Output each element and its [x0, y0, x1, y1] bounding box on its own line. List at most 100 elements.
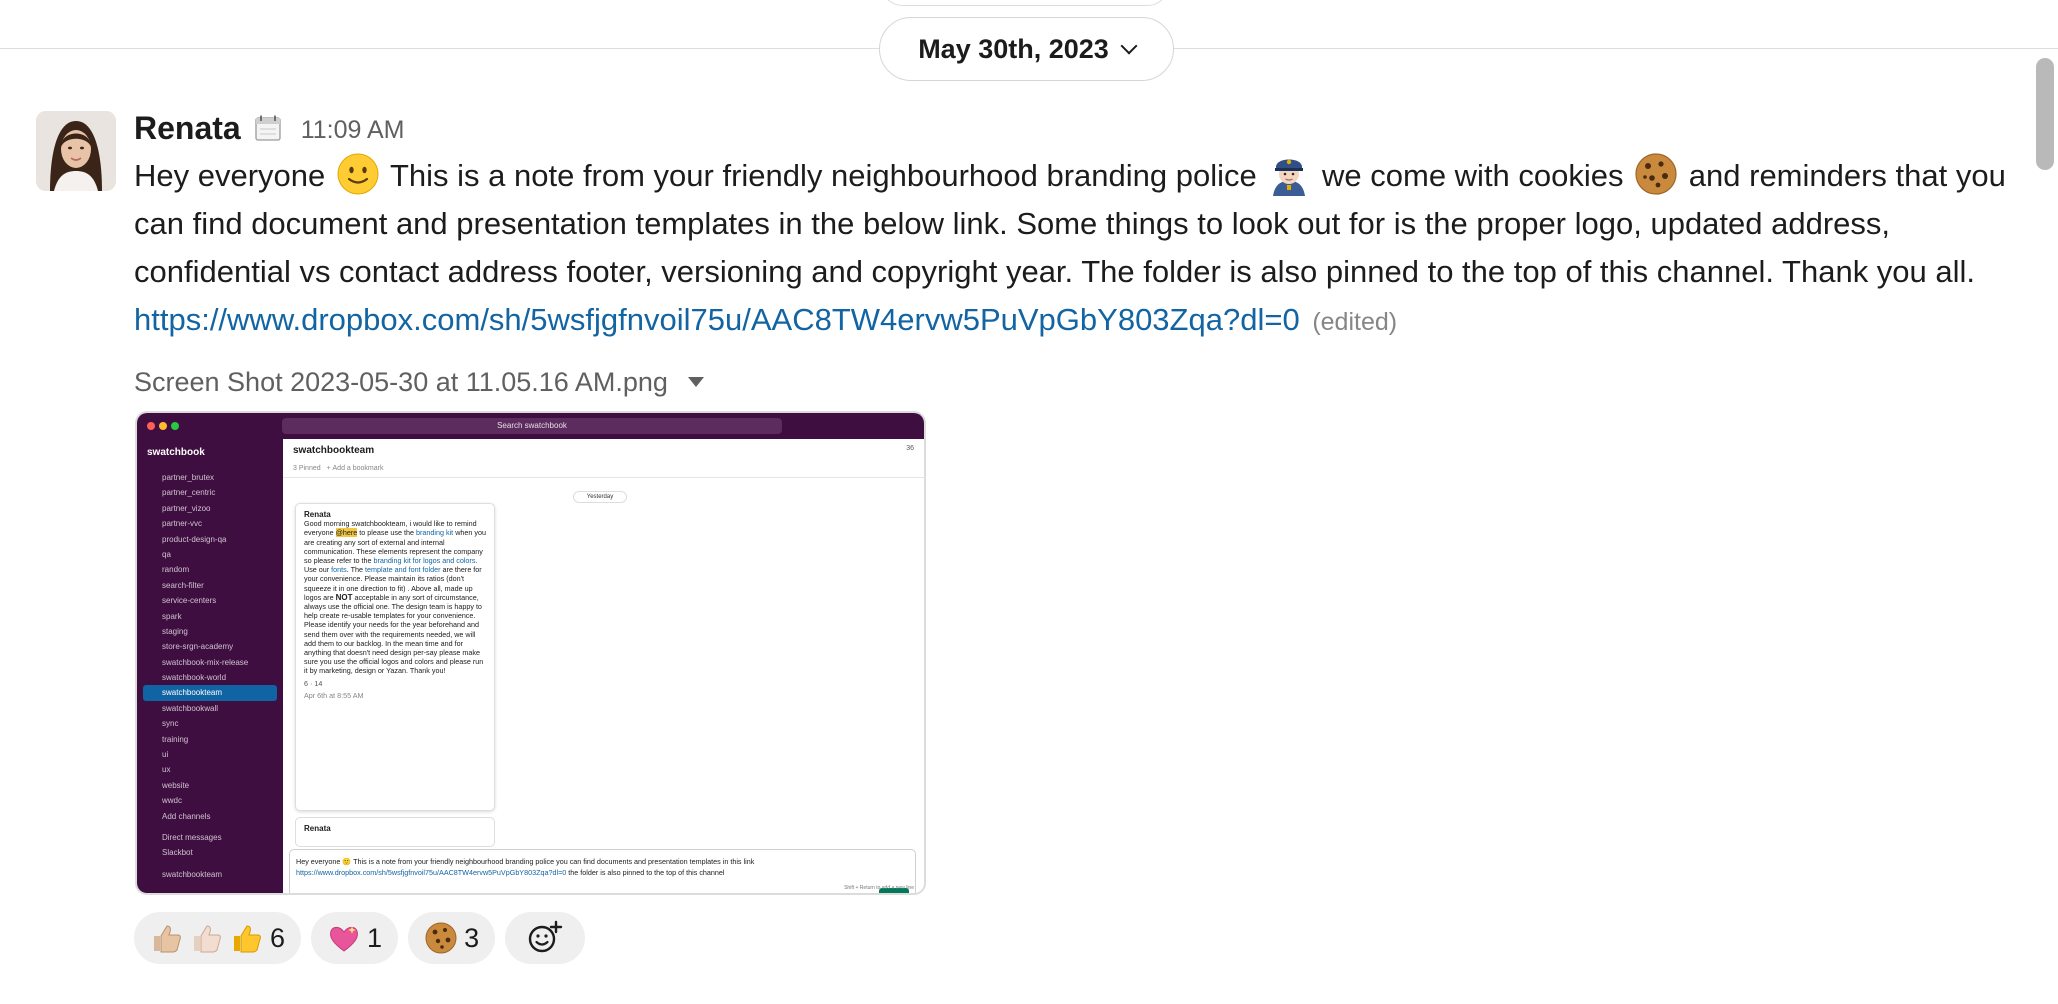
author-name[interactable]: Renata: [134, 110, 241, 147]
mock-channel: random: [162, 565, 190, 575]
reaction-count: 1: [367, 922, 383, 953]
mock-channel: service-centers: [162, 596, 217, 606]
date-divider-button[interactable]: May 30th, 2023: [879, 17, 1174, 81]
mock-channel: ux: [162, 765, 171, 775]
avatar[interactable]: [36, 111, 116, 191]
mock-channel: partner_brutex: [162, 473, 215, 482]
mock-card-text: to please use the: [359, 528, 415, 538]
mock-day-divider: Yesterday: [573, 491, 627, 503]
mock-channel: staging: [162, 626, 188, 636]
mock-channel: partner_vizoo: [162, 503, 211, 513]
thumbs-up-light-icon: [154, 925, 181, 953]
mock-channel: spark: [162, 611, 182, 621]
mock-compose-box: Hey everyone 🙂 This is a note from your …: [289, 849, 916, 893]
mock-bookmarks: 3 Pinned + Add a bookmark: [293, 465, 384, 472]
mock-pinned: 3 Pinned: [293, 465, 321, 472]
reaction-cookie[interactable]: 3: [408, 912, 496, 964]
mock-compose-hint: Shift + Return to add a new line: [844, 885, 914, 891]
mock-titlebar: Search swatchbook: [137, 413, 924, 439]
cookie-icon: [1635, 153, 1677, 195]
message-text-part: This is a note from your friendly neighb…: [389, 158, 1257, 193]
mock-card-text: . The: [346, 565, 364, 575]
scrollbar[interactable]: [2032, 52, 2058, 1002]
dropbox-link[interactable]: https://www.dropbox.com/sh/5wsfjgfnvoil7…: [134, 302, 1300, 337]
mock-footer-workspace: swatchbookteam: [162, 869, 223, 879]
chevron-down-icon: [1120, 37, 1138, 55]
mock-channel: website: [162, 780, 190, 790]
mock-channel: search-filter: [162, 580, 204, 590]
avatar-portrait-icon: [36, 111, 116, 191]
edited-label: (edited): [1312, 308, 1398, 336]
mock-pinned-card: Renata Good morning swatchbookteam, i wo…: [295, 503, 495, 811]
thumbs-up-yellow-icon: [234, 925, 261, 953]
mock-card-date: Apr 6th at 8:55 AM: [304, 690, 364, 700]
mock-search-bar: Search swatchbook: [282, 418, 782, 434]
add-reaction-icon: [528, 920, 563, 953]
mock-card-not: NOT: [335, 592, 353, 602]
mock-maximize-dot: [171, 422, 179, 430]
mock-channel: training: [162, 734, 189, 744]
attachment-title[interactable]: Screen Shot 2023-05-30 at 11.05.16 AM.pn…: [134, 362, 2004, 402]
mock-card-link: fonts: [331, 565, 347, 575]
mock-channel: swatchbookwall: [162, 703, 219, 713]
mock-channel: swatchbook-world: [162, 673, 227, 683]
mock-member-count: 36: [906, 445, 914, 452]
attachment-image[interactable]: Search swatchbook swatchbook partner_bru…: [135, 411, 926, 895]
scroll-thumb[interactable]: [2036, 58, 2054, 170]
message-text: Hey everyone This is a note from your fr…: [134, 152, 2014, 346]
reaction-count: 6: [270, 922, 286, 953]
mock-sidebar: swatchbook partner_brutex partner_centri…: [137, 439, 283, 893]
mock-close-dot: [147, 422, 155, 430]
mock-add-bookmark: Add a bookmark: [332, 465, 384, 472]
message-timestamp[interactable]: 11:09 AM: [301, 116, 405, 145]
mock-channel-title: swatchbookteam: [293, 445, 375, 456]
mock-channel: partner-vvc: [162, 519, 203, 529]
mock-add-channels: Add channels: [162, 811, 211, 821]
mock-card-reactions: 6 · 14: [304, 678, 323, 688]
date-label: May 30th, 2023: [918, 33, 1109, 64]
mock-workspace-name: swatchbook: [147, 447, 205, 458]
mock-card-mention: @here: [335, 528, 358, 538]
mock-card-link: branding kit for logos and colors: [373, 556, 476, 566]
mock-channel: product-design-qa: [162, 534, 227, 544]
caret-down-icon[interactable]: [687, 377, 704, 387]
calendar-status-icon[interactable]: [253, 113, 283, 143]
mock-channel: store-srgn-academy: [162, 642, 234, 652]
add-reaction-button[interactable]: [505, 912, 586, 964]
mock-channel: swatchbook-mix-release: [162, 657, 249, 667]
previous-date-pill: [880, 0, 1170, 6]
reaction-heart[interactable]: 1: [311, 912, 399, 964]
mock-direct-messages: Direct messages: [162, 832, 222, 842]
mock-channel: qa: [162, 549, 171, 559]
mock-second-card: Renata: [295, 817, 495, 847]
reaction-count: 3: [464, 922, 480, 953]
mock-channel-active: swatchbookteam: [143, 685, 277, 701]
message-text-part: Hey everyone: [134, 158, 326, 193]
mock-compose-text: Hey everyone 🙂 This is a note from your …: [296, 857, 755, 866]
police-officer-icon: [1273, 159, 1306, 196]
slightly-smiling-face-icon: [337, 153, 379, 195]
attachment-filename: Screen Shot 2023-05-30 at 11.05.16 AM.pn…: [134, 366, 668, 397]
reaction-thumbs-up[interactable]: 6: [134, 912, 302, 964]
message-text-part: we come with cookies: [1322, 158, 1624, 193]
mock-channel: sync: [162, 719, 179, 729]
mock-card-text: acceptable in any sort of circumstance, …: [304, 592, 484, 676]
cookie-icon: [425, 922, 457, 954]
message: Renata 11:09 AM Hey everyone This is a n…: [134, 106, 2006, 402]
mock-main-pane: swatchbookteam 36 3 Pinned + Add a bookm…: [283, 439, 924, 893]
mock-compose-link: https://www.dropbox.com/sh/5wsfjgfnvoil7…: [296, 868, 567, 877]
mock-card-link: template and font folder: [365, 565, 441, 575]
mock-slackbot: Slackbot: [162, 848, 193, 858]
mock-compose-text: the folder is also pinned to the top of …: [568, 868, 725, 877]
mock-header-divider: [283, 477, 924, 478]
mock-minimize-dot: [159, 422, 167, 430]
message-header: Renata 11:09 AM: [134, 106, 2004, 150]
reactions-bar: 6 1 3: [134, 912, 586, 964]
mock-card-author: Renata: [304, 510, 331, 519]
mock-channel: ui: [162, 750, 169, 760]
mock-channel: partner_centric: [162, 488, 216, 498]
thumbs-up-pale-icon: [194, 925, 221, 953]
mock-channel: wwdc: [162, 796, 183, 806]
mock-card-link: branding kit: [416, 528, 454, 538]
sparkling-heart-icon: [330, 926, 358, 952]
